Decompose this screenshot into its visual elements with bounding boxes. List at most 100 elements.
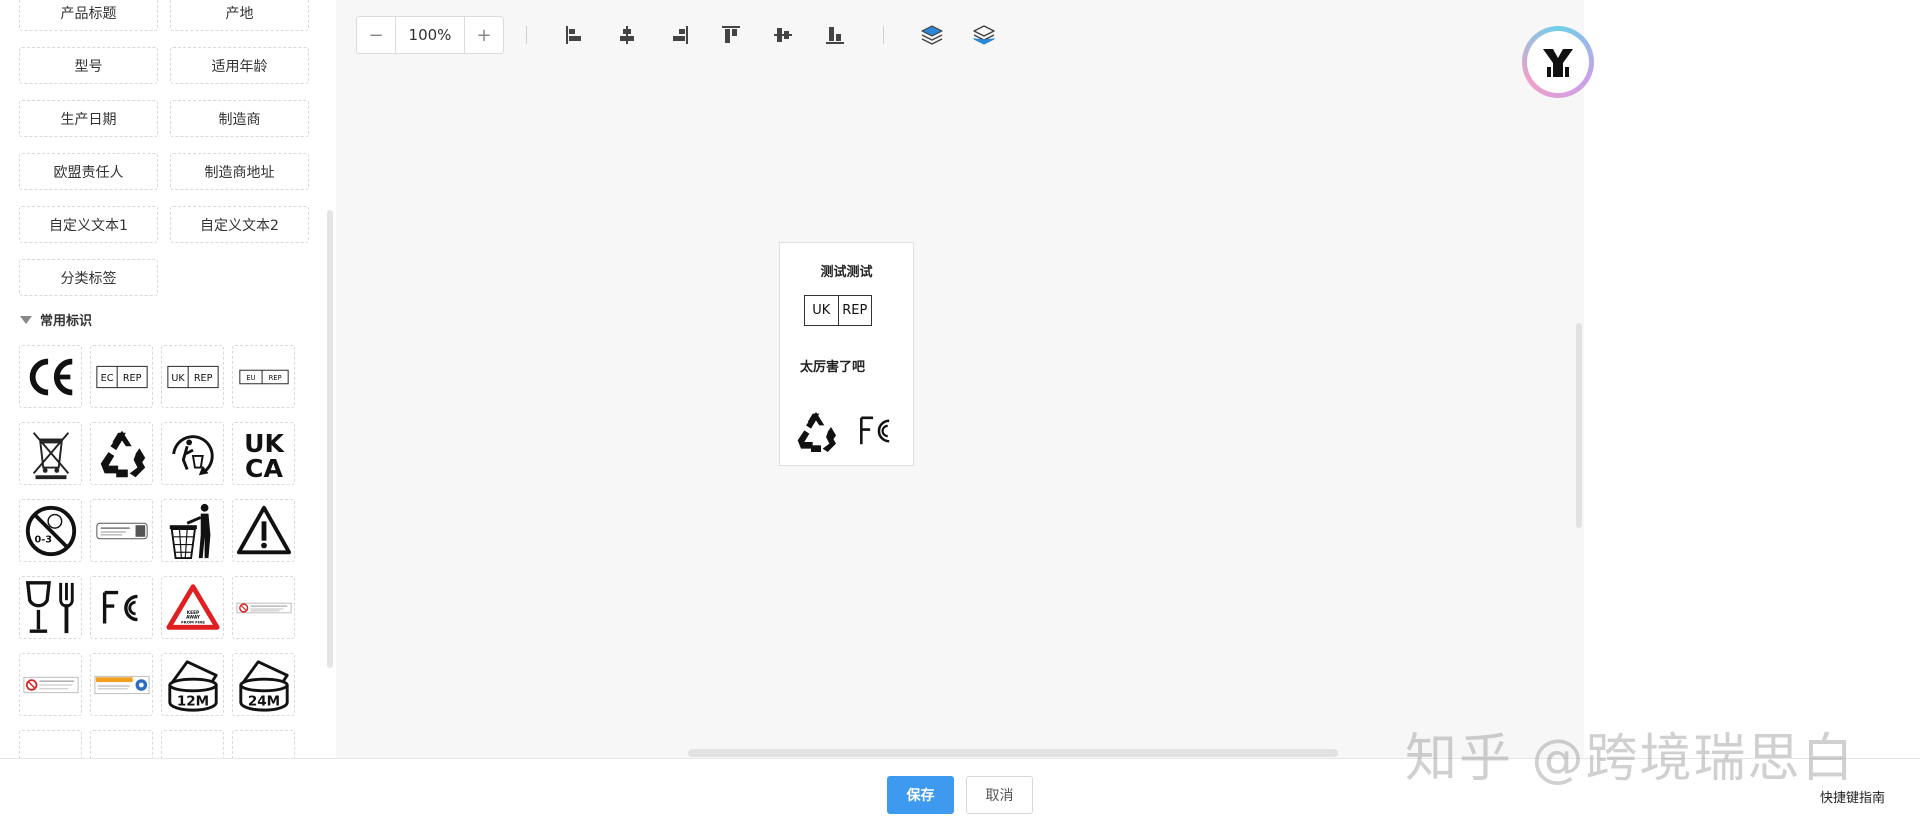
mark-eu-rep[interactable]: EU REP xyxy=(232,345,295,408)
canvas-vertical-scrollbar[interactable] xyxy=(1576,323,1582,528)
field-model[interactable]: 型号 xyxy=(19,47,158,84)
properties-panel xyxy=(1584,0,1920,758)
design-canvas[interactable]: − 100% + 测试测试 UK REP 太厉害了吧 xyxy=(336,0,1584,758)
mark-age-0-3[interactable]: 0-3 xyxy=(19,499,82,562)
align-right-icon xyxy=(673,26,688,44)
ce-mark-icon xyxy=(29,358,73,395)
field-custom-text-1[interactable]: 自定义文本1 xyxy=(19,206,158,243)
align-center-horizontal-button[interactable] xyxy=(601,16,653,54)
logo-y-icon xyxy=(1543,49,1573,77)
field-origin[interactable]: 产地 xyxy=(170,0,309,31)
bring-to-front-button[interactable] xyxy=(906,16,958,54)
align-top-button[interactable] xyxy=(705,16,757,54)
mark-weee[interactable] xyxy=(19,422,82,485)
element-sidebar: 产品标题 产地 型号 适用年龄 生产日期 制造商 欧盟责任人 制造商地址 自定义… xyxy=(0,0,336,758)
common-marks-header[interactable]: 常用标识 xyxy=(20,310,92,329)
align-left-button[interactable] xyxy=(549,16,601,54)
ec-rep-icon: EC REP xyxy=(95,365,148,388)
mark-ce[interactable] xyxy=(19,345,82,408)
mark-pao-12m[interactable]: 12M xyxy=(161,653,224,716)
label-title[interactable]: 测试测试 xyxy=(780,261,913,280)
field-category-tag[interactable]: 分类标签 xyxy=(19,259,158,296)
label-recycle-icon[interactable] xyxy=(791,407,841,457)
uk-rep-icon: UK REP xyxy=(166,365,219,388)
field-eu-representative[interactable]: 欧盟责任人 xyxy=(19,153,158,190)
svg-text:REP: REP xyxy=(122,372,141,383)
zoom-in-button[interactable]: + xyxy=(465,17,503,53)
no-small-parts-label-icon xyxy=(236,602,291,613)
mark-partial-4[interactable] xyxy=(232,730,295,758)
field-custom-text-2[interactable]: 自定义文本2 xyxy=(170,206,309,243)
align-middle-vertical-button[interactable] xyxy=(757,16,809,54)
align-center-horizontal-icon xyxy=(620,26,634,44)
align-bottom-button[interactable] xyxy=(809,16,861,54)
mark-warning-strip[interactable] xyxy=(19,653,82,716)
zoom-out-button[interactable]: − xyxy=(357,17,395,53)
keep-away-fire-icon: KEEP AWAY FROM FIRE xyxy=(165,583,220,630)
mark-ec-rep[interactable]: EC REP xyxy=(90,345,153,408)
pao-24m-icon: 24M xyxy=(238,659,289,712)
mark-partial-1[interactable] xyxy=(19,730,82,758)
mark-keep-away-fire[interactable]: KEEP AWAY FROM FIRE xyxy=(161,576,224,639)
label-fcc-icon[interactable] xyxy=(853,409,899,453)
layer-down-icon xyxy=(973,25,995,45)
field-product-title[interactable]: 产品标题 xyxy=(19,0,158,31)
align-top-icon xyxy=(722,26,740,43)
svg-text:0-3: 0-3 xyxy=(34,534,51,545)
label-editor: 产品标题 产地 型号 适用年龄 生产日期 制造商 欧盟责任人 制造商地址 自定义… xyxy=(0,0,1920,827)
mark-caution-strip[interactable] xyxy=(90,653,153,716)
rep-right-text: REP xyxy=(837,296,872,325)
mark-icon-grid: EC REP UK REP EU REP UK CA 0-3 KEEP AWAY… xyxy=(19,345,295,758)
shortcut-guide-link[interactable]: 快捷键指南 xyxy=(1820,787,1885,806)
warning-triangle-icon xyxy=(236,505,291,554)
align-middle-vertical-icon xyxy=(774,28,792,42)
svg-text:REP: REP xyxy=(193,372,212,383)
mark-tidyman-bin[interactable] xyxy=(161,499,224,562)
recycle-icon xyxy=(100,430,145,477)
toolbar-divider xyxy=(883,26,884,44)
mark-no-small-parts[interactable] xyxy=(232,576,295,639)
sidebar-scrollbar[interactable] xyxy=(327,210,333,668)
canvas-horizontal-scrollbar[interactable] xyxy=(688,749,1338,757)
cancel-button[interactable]: 取消 xyxy=(966,776,1033,814)
svg-text:12M: 12M xyxy=(176,693,208,709)
send-to-back-button[interactable] xyxy=(958,16,1010,54)
tidyman-bin-icon xyxy=(169,503,210,559)
mark-partial-2[interactable] xyxy=(90,730,153,758)
mark-ukca[interactable]: UK CA xyxy=(232,422,295,485)
field-production-date[interactable]: 生产日期 xyxy=(19,100,158,137)
mark-uk-rep[interactable]: UK REP xyxy=(161,345,224,408)
svg-text:REP: REP xyxy=(268,373,281,381)
align-right-button[interactable] xyxy=(653,16,705,54)
mark-recycle[interactable] xyxy=(90,422,153,485)
svg-text:FROM FIRE: FROM FIRE xyxy=(181,619,205,624)
toolbar-divider xyxy=(526,26,527,44)
mark-pao-24m[interactable]: 24M xyxy=(232,653,295,716)
zoom-control: − 100% + xyxy=(356,16,504,54)
app-logo[interactable] xyxy=(1522,26,1594,98)
age-0-3-warning-icon: 0-3 xyxy=(25,505,76,556)
warning-strip-icon xyxy=(23,676,78,693)
tidyman-recycle-icon xyxy=(171,434,214,475)
field-age-range[interactable]: 适用年龄 xyxy=(170,47,309,84)
layer-up-icon xyxy=(921,25,943,45)
weee-bin-icon xyxy=(32,431,69,479)
label-custom-text[interactable]: 太厉害了吧 xyxy=(800,356,865,375)
save-button[interactable]: 保存 xyxy=(887,776,954,814)
label-preview[interactable]: 测试测试 UK REP 太厉害了吧 xyxy=(779,242,914,466)
align-bottom-icon xyxy=(826,27,844,44)
field-manufacturer[interactable]: 制造商 xyxy=(170,100,309,137)
mark-fcc[interactable] xyxy=(90,576,153,639)
collapse-triangle-icon xyxy=(20,315,32,324)
svg-text:24M: 24M xyxy=(247,693,279,709)
zoom-level: 100% xyxy=(395,17,465,53)
label-uk-rep-mark[interactable]: UK REP xyxy=(804,295,872,326)
mark-warning-triangle[interactable] xyxy=(232,499,295,562)
svg-text:EU: EU xyxy=(246,373,255,381)
mark-warning-label[interactable] xyxy=(90,499,153,562)
mark-partial-3[interactable] xyxy=(161,730,224,758)
mark-food-safe[interactable] xyxy=(19,576,82,639)
editor-footer: 保存 取消 快捷键指南 xyxy=(0,758,1920,827)
field-manufacturer-address[interactable]: 制造商地址 xyxy=(170,153,309,190)
mark-tidyman-recycle[interactable] xyxy=(161,422,224,485)
